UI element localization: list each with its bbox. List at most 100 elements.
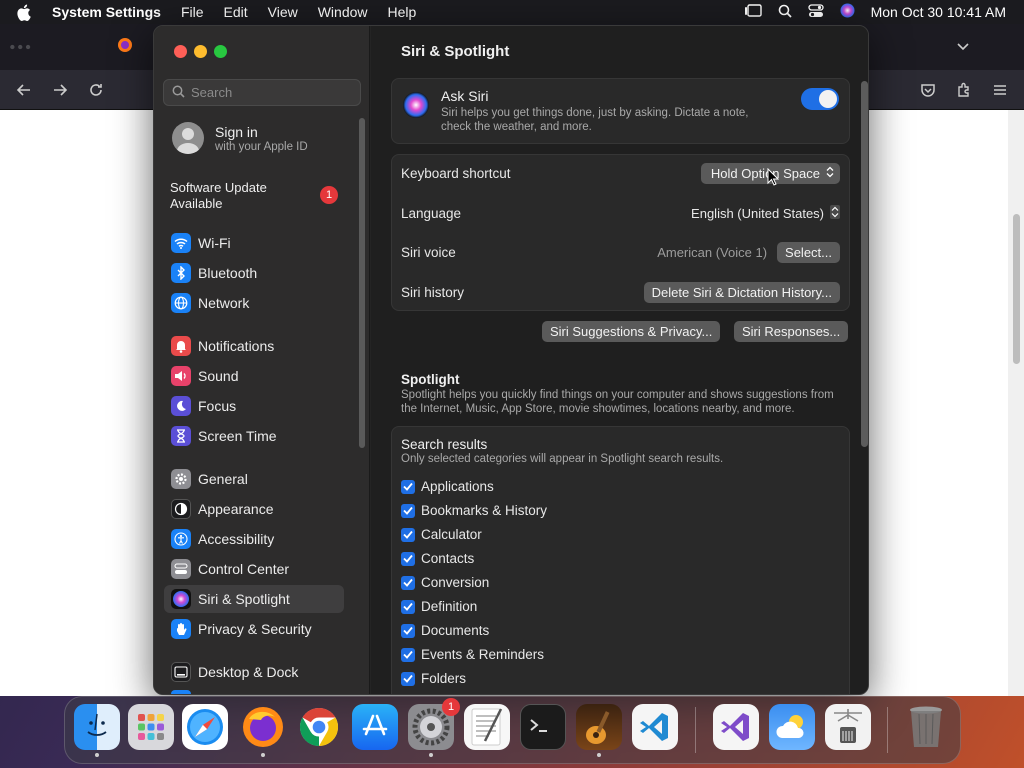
menu-bar: System Settings File Edit View Window He… (0, 0, 1024, 24)
sidebar-item-screen-time[interactable]: Screen Time (164, 422, 344, 450)
sidebar-item-privacy-security[interactable]: Privacy & Security (164, 615, 344, 643)
tab-list-chevron-icon[interactable] (952, 36, 974, 58)
checkmark-icon[interactable] (401, 599, 415, 614)
search-result-checkbox[interactable]: Bookmarks & History (401, 503, 547, 518)
search-result-checkbox[interactable]: Conversion (401, 575, 489, 590)
search-result-checkbox[interactable]: Contacts (401, 551, 474, 566)
browser-tab[interactable] (100, 32, 150, 62)
sidebar-item-general[interactable]: General (164, 465, 344, 493)
visual-studio-dock-icon[interactable] (713, 704, 759, 750)
browser-scroll-thumb[interactable] (1013, 214, 1020, 364)
help-menu[interactable]: Help (388, 4, 417, 20)
running-indicator (95, 753, 99, 757)
sidebar-item-appearance[interactable]: Appearance (164, 495, 344, 523)
reload-icon[interactable] (85, 79, 107, 101)
hamburger-menu-icon[interactable] (989, 79, 1011, 101)
search-result-checkbox[interactable]: Documents (401, 623, 489, 638)
search-result-checkbox[interactable]: Events & Reminders (401, 647, 544, 662)
sidebar-item-sound[interactable]: Sound (164, 362, 344, 390)
vscode-dock-icon[interactable] (632, 704, 678, 750)
sidebar-search[interactable] (163, 79, 361, 106)
sidebar-item-accessibility[interactable]: Accessibility (164, 525, 344, 553)
sidebar-item-notifications[interactable]: Notifications (164, 332, 344, 360)
app-store-dock-icon[interactable] (352, 704, 398, 750)
sidebar-item-label: Focus (198, 398, 237, 414)
spotlight-search-icon[interactable] (778, 4, 792, 21)
siri-suggestions-privacy-button[interactable]: Siri Suggestions & Privacy... (542, 321, 721, 342)
checkmark-icon[interactable] (401, 551, 415, 566)
extensions-icon[interactable] (953, 79, 975, 101)
apple-menu-icon[interactable] (16, 4, 36, 21)
zoom-button[interactable] (214, 45, 227, 58)
checkmark-icon[interactable] (401, 575, 415, 590)
browser-scrollbar[interactable] (1008, 110, 1024, 696)
checkmark-icon[interactable] (401, 503, 415, 518)
select-voice-button[interactable]: Select... (777, 241, 840, 263)
signin-title: Sign in (215, 123, 258, 140)
close-button[interactable] (174, 45, 187, 58)
sidebar-item-control-center[interactable]: Control Center (164, 555, 344, 583)
search-icon (172, 85, 185, 101)
content-scrollbar[interactable] (861, 81, 868, 447)
chrome-dock-icon[interactable] (296, 704, 342, 750)
firefox-dock-icon[interactable] (240, 704, 286, 757)
forward-icon[interactable] (49, 79, 71, 101)
sidebar-item-network[interactable]: Network (164, 289, 344, 317)
checkmark-icon[interactable] (401, 671, 415, 686)
language-popup[interactable]: English (United States) (691, 204, 840, 222)
spotlight-description: Spotlight helps you quickly find things … (401, 389, 834, 415)
app-name-menu[interactable]: System Settings (52, 4, 161, 20)
checkmark-icon[interactable] (401, 623, 415, 638)
sidebar-item-label: Siri & Spotlight (198, 591, 290, 607)
search-result-checkbox[interactable]: Applications (401, 479, 494, 494)
launchpad-dock-icon[interactable] (128, 704, 174, 750)
archive-utility-dock-icon[interactable] (825, 704, 871, 750)
garageband-dock-icon[interactable] (576, 704, 622, 757)
system-settings-dock-icon[interactable]: 1 (408, 698, 460, 757)
checkmark-icon[interactable] (401, 647, 415, 662)
search-input[interactable] (191, 85, 351, 100)
siri-voice-row: Siri voice American (Voice 1) Select... (401, 241, 840, 263)
siri-responses-button[interactable]: Siri Responses... (734, 321, 849, 342)
minimize-button[interactable] (194, 45, 207, 58)
delete-history-button[interactable]: Delete Siri & Dictation History... (643, 281, 840, 303)
pocket-icon[interactable] (917, 79, 939, 101)
view-menu[interactable]: View (268, 4, 298, 20)
trash-dock-icon[interactable] (903, 704, 949, 750)
apple-id-signin[interactable]: Sign in with your Apple ID (172, 122, 308, 154)
sidebar-item-siri-spotlight[interactable]: Siri & Spotlight (164, 585, 344, 613)
page-title: Siri & Spotlight (401, 43, 510, 60)
keyboard-shortcut-label: Keyboard shortcut (401, 165, 511, 181)
search-result-checkbox[interactable]: Folders (401, 671, 466, 686)
textedit-dock-icon[interactable] (464, 704, 510, 750)
finder-dock-icon[interactable] (74, 704, 120, 757)
sidebar-item-focus[interactable]: Focus (164, 392, 344, 420)
back-icon[interactable] (13, 79, 35, 101)
edit-menu[interactable]: Edit (224, 4, 248, 20)
search-result-checkbox[interactable]: Calculator (401, 527, 482, 542)
ask-siri-toggle[interactable] (801, 88, 839, 110)
search-results-subtitle: Only selected categories will appear in … (401, 453, 724, 465)
terminal-dock-icon[interactable] (520, 704, 566, 750)
updown-chevron-icon (830, 204, 840, 222)
settings-sidebar: Sign in with your Apple ID Software Upda… (154, 26, 370, 694)
safari-dock-icon[interactable] (182, 704, 228, 750)
control-center-menu-icon[interactable] (807, 3, 824, 21)
siri-menu-icon[interactable] (840, 3, 855, 21)
checkmark-icon[interactable] (401, 479, 415, 494)
sidebar-scrollbar[interactable] (359, 118, 365, 448)
clock[interactable]: Mon Oct 30 10:41 AM (871, 4, 1006, 20)
sidebar-item-wifi[interactable]: Wi-Fi (164, 229, 344, 257)
software-update-label-2: Available (170, 196, 223, 211)
sidebar-item-desktop-dock[interactable]: Desktop & Dock (164, 658, 344, 686)
weather-dock-icon[interactable] (769, 704, 815, 750)
software-update-item[interactable]: Software Update Available (170, 180, 267, 212)
file-menu[interactable]: File (181, 4, 204, 20)
sidebar-item-label: Screen Time (198, 428, 277, 444)
search-result-checkbox[interactable]: Definition (401, 599, 477, 614)
gear-icon (171, 469, 191, 489)
stage-manager-icon[interactable] (744, 3, 762, 21)
window-menu[interactable]: Window (318, 4, 368, 20)
sidebar-item-bluetooth[interactable]: Bluetooth (164, 259, 344, 287)
checkmark-icon[interactable] (401, 527, 415, 542)
